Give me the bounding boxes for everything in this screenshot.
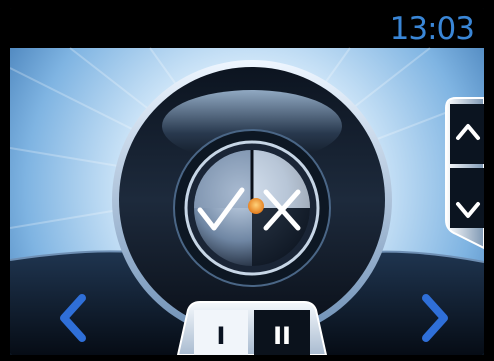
main-ui-canvas: I II [10,47,484,355]
scroll-down-button[interactable] [450,168,484,228]
nav-left-button[interactable] [54,290,94,342]
mode-option-1[interactable]: I [194,310,248,355]
confirm-cancel-dial[interactable] [184,140,320,276]
dial-center-dot [248,198,264,214]
mode-option-1-label: I [217,322,226,350]
nav-right-button[interactable] [414,290,454,342]
device-screen: 13:03 I II [10,8,484,355]
scroll-up-button[interactable] [450,104,484,164]
mode-option-2-label: II [273,322,291,350]
mode-option-2[interactable]: II [254,310,310,355]
